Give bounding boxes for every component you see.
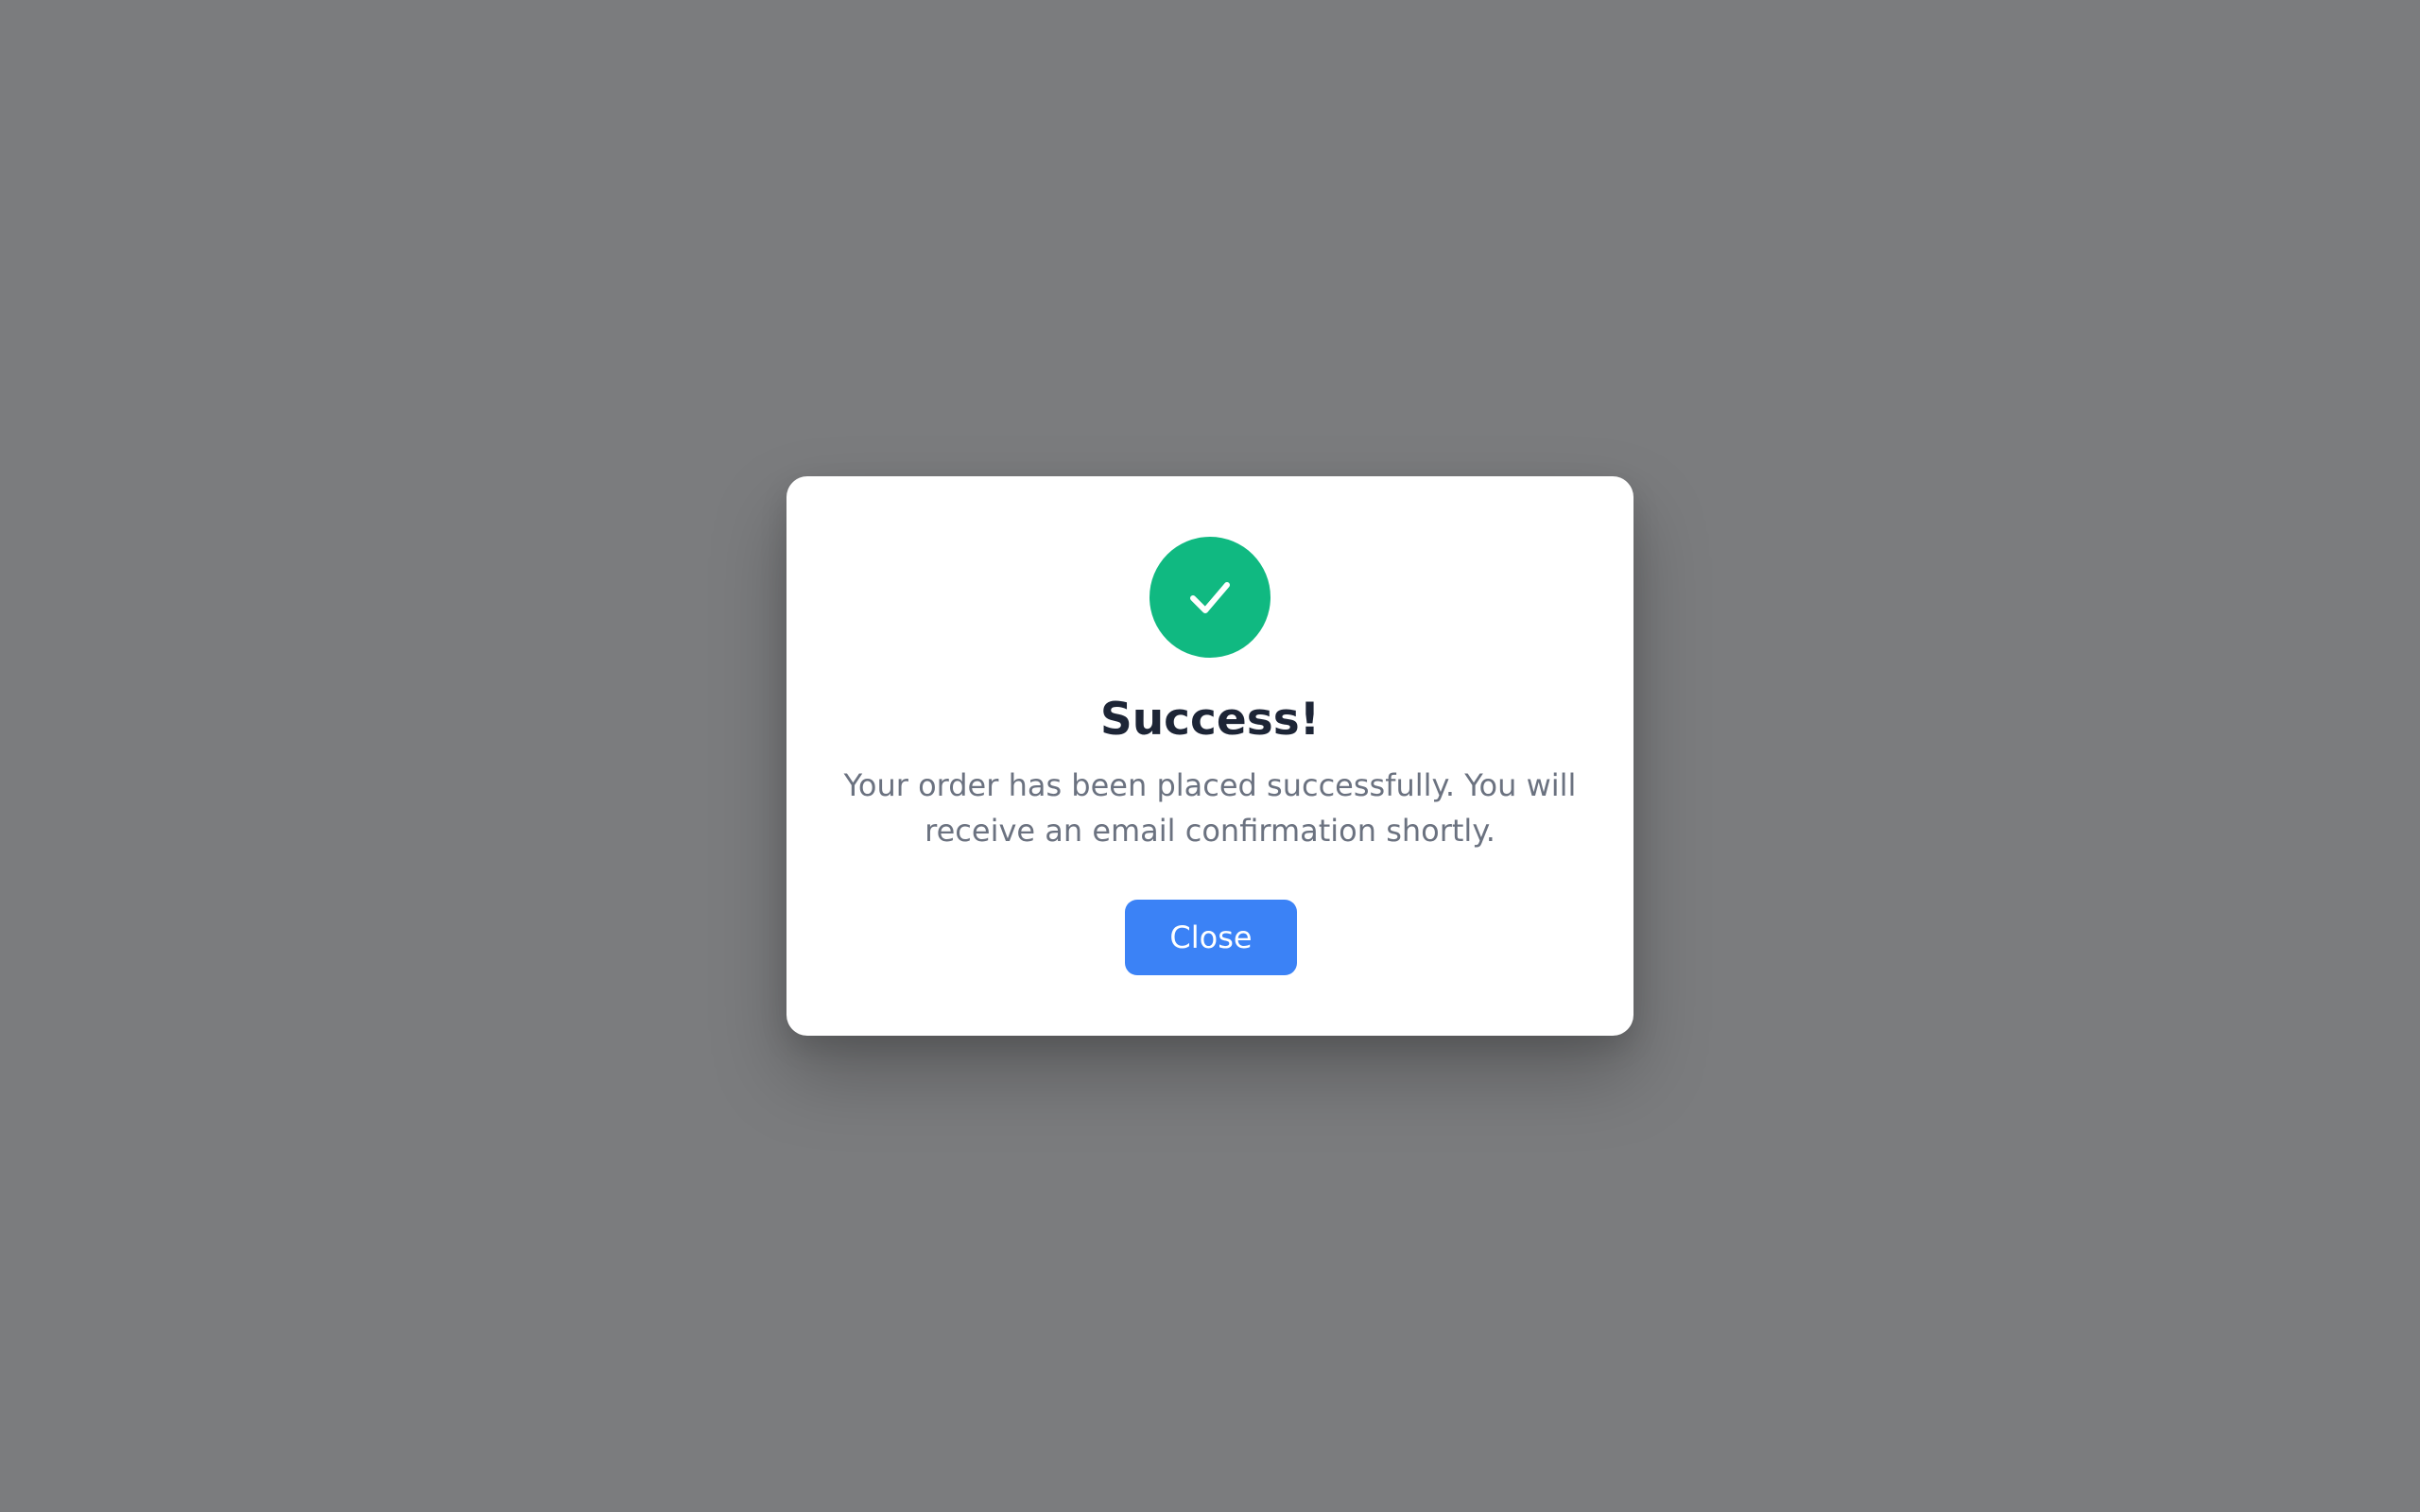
dialog-message: Your order has been placed successfully.… xyxy=(843,767,1577,849)
dialog-title: Success! xyxy=(1099,694,1321,746)
success-badge xyxy=(1150,537,1270,658)
close-button[interactable]: Close xyxy=(1125,900,1297,975)
success-dialog: Success! Your order has been placed succ… xyxy=(786,476,1634,1036)
check-icon xyxy=(1190,582,1230,613)
